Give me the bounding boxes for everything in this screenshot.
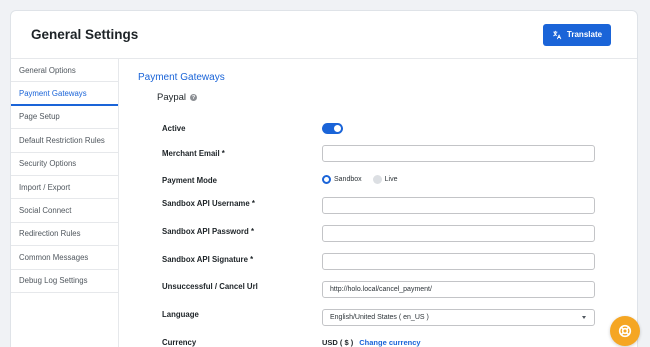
settings-panel: General Settings Translate General Optio… xyxy=(10,10,638,347)
sidebar-item-redirection-rules[interactable]: Redirection Rules xyxy=(11,223,118,247)
change-currency-link[interactable]: Change currency xyxy=(359,338,420,347)
settings-sidebar: General Options Payment Gateways Page Se… xyxy=(11,59,119,347)
sidebar-item-label: Security Options xyxy=(19,159,77,169)
cancel-url-field[interactable]: http://holo.local/cancel_payment/ xyxy=(322,281,595,298)
sidebar-item-label: General Options xyxy=(19,65,76,75)
toggle-knob xyxy=(334,125,341,132)
payment-mode-option-sandbox[interactable]: Sandbox xyxy=(322,175,362,184)
settings-content: Payment Gateways Paypal ? Active Merchan… xyxy=(119,59,637,347)
currency-value-row: USD ( $ ) Change currency xyxy=(322,338,421,347)
sidebar-item-label: Common Messages xyxy=(19,252,89,262)
sidebar-item-general-options[interactable]: General Options xyxy=(11,59,118,83)
translate-label: Translate xyxy=(566,30,603,39)
sidebar-item-security-options[interactable]: Security Options xyxy=(11,153,118,176)
panel-header: General Settings Translate xyxy=(11,11,637,59)
sandbox-password-label: Sandbox API Password * xyxy=(162,227,254,236)
sidebar-item-label: Page Setup xyxy=(19,112,60,122)
sidebar-item-import-export[interactable]: Import / Export xyxy=(11,176,118,200)
gateway-title: Paypal ? xyxy=(157,92,198,103)
radio-selected-icon[interactable] xyxy=(322,175,331,184)
sandbox-signature-label: Sandbox API Signature * xyxy=(162,255,254,264)
merchant-email-label: Merchant Email * xyxy=(162,149,225,158)
sidebar-item-label: Import / Export xyxy=(19,182,71,192)
sidebar-item-social-connect[interactable]: Social Connect xyxy=(11,199,118,223)
help-icon[interactable]: ? xyxy=(190,94,198,101)
help-bubble-icon xyxy=(618,324,632,338)
translate-icon xyxy=(553,30,562,39)
cancel-url-label: Unsuccessful / Cancel Url xyxy=(162,282,258,291)
sidebar-item-label: Payment Gateways xyxy=(19,88,87,98)
currency-label: Currency xyxy=(162,338,197,347)
section-title: Payment Gateways xyxy=(138,72,225,83)
page-title: General Settings xyxy=(31,27,139,42)
payment-mode-option-live[interactable]: Live xyxy=(372,175,398,184)
merchant-email-field[interactable] xyxy=(322,145,595,162)
active-label: Active xyxy=(162,124,186,133)
gateway-title-text: Paypal xyxy=(157,92,187,103)
language-select[interactable]: English/United States ( en_US ) xyxy=(322,309,595,326)
radio-label: Sandbox xyxy=(334,176,362,183)
currency-value: USD ( $ ) xyxy=(322,338,354,347)
sandbox-signature-field[interactable] xyxy=(322,253,595,270)
sidebar-item-page-setup[interactable]: Page Setup xyxy=(11,106,118,130)
payment-mode-label: Payment Mode xyxy=(162,176,218,185)
sidebar-item-payment-gateways[interactable]: Payment Gateways xyxy=(11,82,118,106)
payment-mode-radio-group: Sandbox Live xyxy=(322,175,403,184)
radio-unselected-icon[interactable] xyxy=(372,175,382,184)
sidebar-item-common-messages[interactable]: Common Messages xyxy=(11,246,118,270)
sidebar-item-label: Social Connect xyxy=(19,206,72,216)
sidebar-item-default-restriction-rules[interactable]: Default Restriction Rules xyxy=(11,129,118,153)
sandbox-password-field[interactable] xyxy=(322,225,595,242)
sidebar-item-label: Default Restriction Rules xyxy=(19,135,105,145)
sidebar-item-label: Redirection Rules xyxy=(19,229,81,239)
sidebar-item-debug-log-settings[interactable]: Debug Log Settings xyxy=(11,270,118,293)
active-toggle[interactable] xyxy=(322,123,343,134)
radio-label: Live xyxy=(384,176,398,183)
translate-button[interactable]: Translate xyxy=(543,23,611,46)
sandbox-username-field[interactable] xyxy=(322,197,595,214)
language-label: Language xyxy=(162,310,199,319)
chevron-down-icon xyxy=(582,316,586,319)
language-select-value: English/United States ( en_US ) xyxy=(330,313,429,321)
sidebar-item-label: Debug Log Settings xyxy=(19,276,88,286)
sandbox-username-label: Sandbox API Username * xyxy=(162,199,255,208)
help-bubble-button[interactable] xyxy=(610,316,640,346)
